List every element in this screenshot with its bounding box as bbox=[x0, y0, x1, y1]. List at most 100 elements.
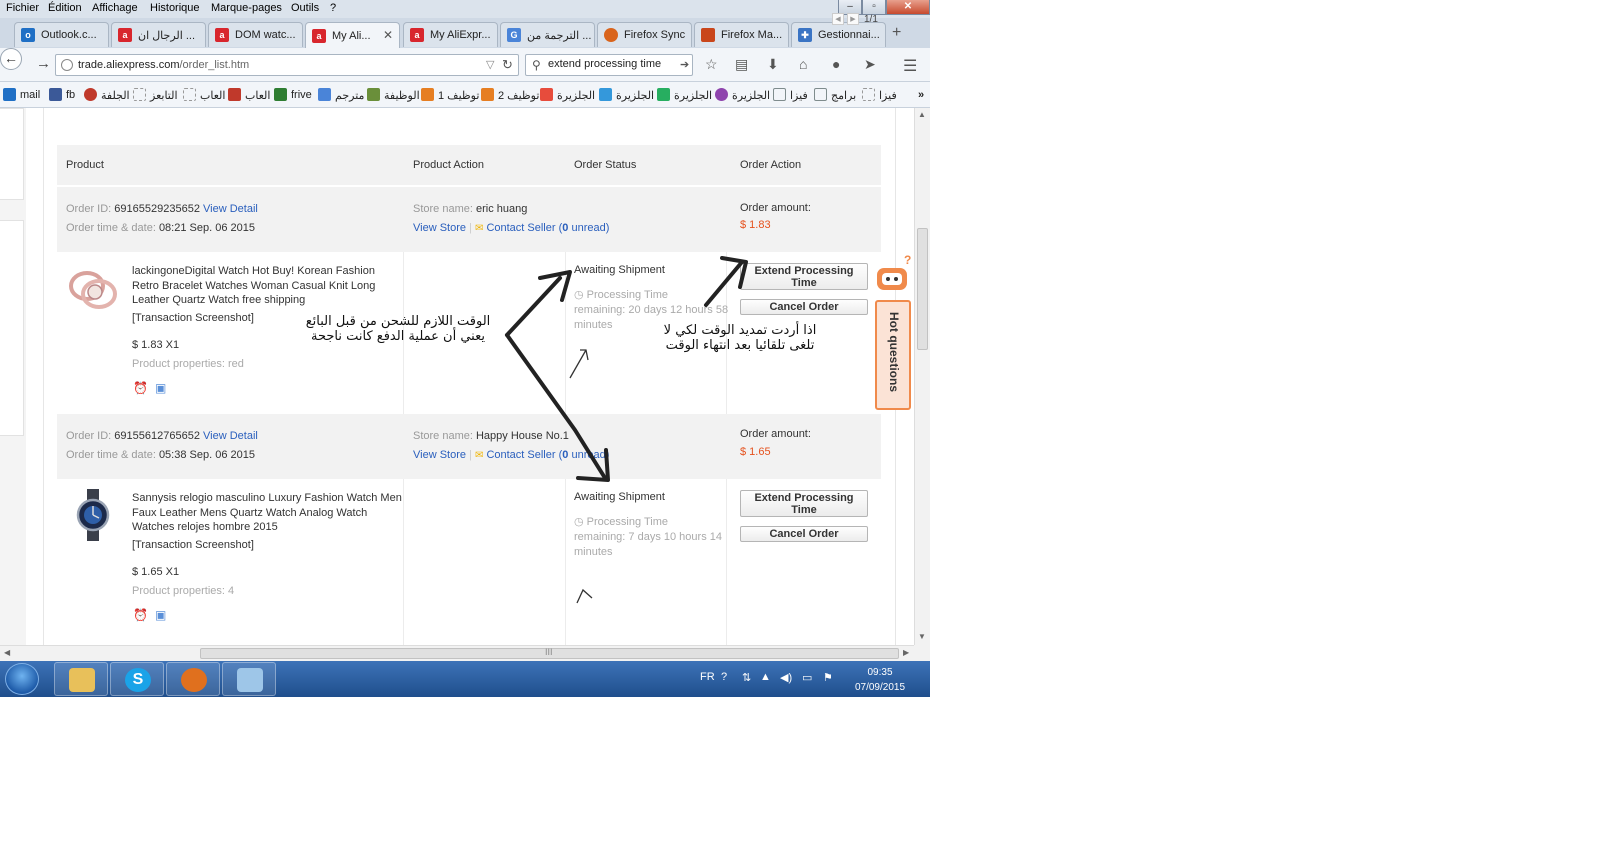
product-thumbnail-bracelet-watch[interactable] bbox=[65, 262, 121, 318]
vertical-scroll-thumb[interactable] bbox=[917, 228, 928, 350]
bookmark-item[interactable]: الجلزيرة bbox=[732, 89, 770, 102]
bookmark-frive[interactable]: frive bbox=[291, 89, 312, 101]
hot-questions-tab[interactable]: Hot questions bbox=[875, 300, 911, 410]
robot-assistant-icon[interactable]: ? bbox=[874, 252, 914, 302]
tab-firefox-sync[interactable]: Firefox Sync bbox=[597, 22, 692, 47]
alarm-clock-icon[interactable]: ⏰ bbox=[133, 609, 148, 622]
bookmark-item[interactable]: برامج bbox=[831, 89, 856, 102]
bookmark-item[interactable]: العاب bbox=[200, 89, 225, 102]
view-store-link[interactable]: View Store bbox=[413, 222, 466, 234]
bookmark-item[interactable]: الجلفة bbox=[101, 89, 130, 102]
menu-affichage[interactable]: Affichage bbox=[92, 2, 138, 14]
product-title-link[interactable]: lackingoneDigital Watch Hot Buy! Korean … bbox=[132, 264, 402, 308]
bookmark-item[interactable]: الجلزيرة bbox=[674, 89, 712, 102]
next-page-button[interactable]: ▶ bbox=[847, 13, 859, 25]
transaction-screenshot-link[interactable]: [Transaction Screenshot] bbox=[132, 539, 254, 551]
extend-processing-time-button[interactable]: Extend Processing Time bbox=[740, 490, 868, 517]
horizontal-scrollbar[interactable]: ◀ III ▶ bbox=[0, 645, 914, 661]
windows-start-button[interactable] bbox=[5, 663, 39, 695]
scroll-down-icon[interactable]: ▼ bbox=[918, 632, 926, 641]
bookmark-item[interactable]: التابعز bbox=[150, 89, 178, 102]
tab-outlook[interactable]: o Outlook.c... bbox=[14, 22, 109, 47]
bookmark-item[interactable]: توظيف 1 bbox=[438, 89, 479, 102]
send-icon[interactable]: ➤ bbox=[864, 56, 876, 73]
extend-processing-time-button[interactable]: Extend Processing Time bbox=[740, 263, 868, 290]
taskbar-skype[interactable]: S bbox=[110, 662, 164, 696]
home-icon[interactable]: ⌂ bbox=[799, 56, 807, 72]
close-tab-icon[interactable]: ✕ bbox=[383, 28, 393, 42]
network-tray-icon[interactable]: ⇅ bbox=[742, 671, 751, 684]
view-detail-link[interactable]: View Detail bbox=[203, 430, 258, 442]
tab-firefox-marketplace[interactable]: Firefox Ma... bbox=[694, 22, 789, 47]
url-bar[interactable]: trade.aliexpress.com/order_list.htm ▽ ↻ bbox=[55, 54, 519, 76]
bookmark-fb[interactable]: fb bbox=[66, 89, 75, 101]
hamburger-menu-icon[interactable]: ☰ bbox=[903, 56, 917, 76]
product-title-link[interactable]: Sannysis relogio masculino Luxury Fashio… bbox=[132, 491, 402, 535]
search-input[interactable] bbox=[548, 58, 670, 70]
menu-help[interactable]: ? bbox=[330, 2, 336, 14]
menu-outils[interactable]: Outils bbox=[291, 2, 319, 14]
bookmark-item[interactable]: الجلزيرة bbox=[557, 89, 595, 102]
forward-button[interactable]: → bbox=[36, 56, 51, 72]
bookmark-item[interactable]: مترجم bbox=[335, 89, 364, 102]
taskbar-explorer[interactable] bbox=[54, 662, 108, 696]
bookmark-mail[interactable]: mail bbox=[20, 89, 40, 101]
view-store-link[interactable]: View Store bbox=[413, 449, 466, 461]
prev-page-button[interactable]: ◀ bbox=[832, 13, 844, 25]
download-icon[interactable]: ⬇ bbox=[767, 56, 779, 73]
dropdown-icon[interactable]: ▽ bbox=[486, 58, 494, 71]
help-icon[interactable]: ? bbox=[721, 671, 727, 683]
monitor-icon[interactable]: ▭ bbox=[802, 671, 812, 684]
menu-marque-pages[interactable]: Marque-pages bbox=[211, 2, 282, 14]
chat-icon[interactable]: ● bbox=[832, 56, 840, 72]
bookmark-item[interactable]: فيزا bbox=[790, 89, 808, 102]
image-icon[interactable]: ▣ bbox=[155, 609, 168, 622]
bookmark-star-icon[interactable]: ☆ bbox=[705, 56, 718, 73]
cancel-order-button[interactable]: Cancel Order bbox=[740, 299, 868, 315]
contact-seller-link[interactable]: Contact Seller (0 unread) bbox=[486, 449, 609, 461]
close-window-button[interactable]: ✕ bbox=[886, 0, 930, 15]
alarm-clock-icon[interactable]: ⏰ bbox=[133, 382, 148, 395]
cancel-order-button[interactable]: Cancel Order bbox=[740, 526, 868, 542]
bookmark-item[interactable]: العاب bbox=[245, 89, 270, 102]
bookmark-item[interactable]: فيزا bbox=[879, 89, 897, 102]
order-amount-label: Order amount: bbox=[740, 202, 811, 214]
tab-my-aliexpress-active[interactable]: a My Ali... ✕ bbox=[305, 22, 400, 48]
tab-aliexpress-arabic[interactable]: a الرجال ان ... bbox=[111, 22, 206, 47]
tab-dom-watch[interactable]: a DOM watc... bbox=[208, 22, 303, 47]
reading-list-icon[interactable]: ▤ bbox=[735, 56, 748, 73]
reload-icon[interactable]: ↻ bbox=[502, 57, 513, 73]
bookmark-item[interactable]: الوظيفة bbox=[384, 89, 420, 102]
tab-my-aliexpress[interactable]: a My AliExpr... bbox=[403, 22, 498, 47]
firefox-icon bbox=[604, 28, 618, 42]
back-button[interactable]: ← bbox=[0, 48, 22, 70]
new-tab-button[interactable]: + bbox=[892, 24, 901, 42]
image-icon[interactable]: ▣ bbox=[155, 382, 168, 395]
bookmark-item[interactable]: الجلزيرة bbox=[616, 89, 654, 102]
scroll-left-icon[interactable]: ◀ bbox=[4, 648, 10, 657]
language-indicator[interactable]: FR bbox=[700, 671, 715, 683]
menu-edition[interactable]: Édition bbox=[48, 2, 82, 14]
volume-icon[interactable]: ◀) bbox=[780, 671, 792, 684]
product-thumbnail-mens-watch[interactable] bbox=[65, 487, 121, 543]
search-bar[interactable]: ⚲ ➔ bbox=[525, 54, 693, 76]
menu-fichier[interactable]: Fichier bbox=[6, 2, 39, 14]
bookmark-item[interactable]: توظيف 2 bbox=[498, 89, 539, 102]
action-center-icon[interactable]: ⚑ bbox=[823, 671, 833, 684]
taskbar-firefox[interactable] bbox=[166, 662, 220, 696]
menu-historique[interactable]: Historique bbox=[150, 2, 200, 14]
bookmarks-overflow-icon[interactable]: » bbox=[918, 89, 924, 101]
scroll-up-icon[interactable]: ▲ bbox=[918, 110, 926, 119]
search-go-icon[interactable]: ➔ bbox=[680, 58, 689, 71]
contact-seller-link[interactable]: Contact Seller (0 unread) bbox=[486, 222, 609, 234]
tab-translate[interactable]: G الترجمة من ... bbox=[500, 22, 595, 47]
vertical-scrollbar[interactable]: ▲ ▼ bbox=[914, 108, 930, 645]
taskbar-paint[interactable] bbox=[222, 662, 276, 696]
tab-addons-manager[interactable]: ✚ Gestionnai... bbox=[791, 22, 886, 47]
show-hidden-icons[interactable]: ▲ bbox=[760, 671, 771, 683]
order-body: Sannysis relogio masculino Luxury Fashio… bbox=[57, 479, 881, 645]
taskbar-clock[interactable]: 09:35 07/09/2015 bbox=[845, 665, 915, 695]
scroll-right-icon[interactable]: ▶ bbox=[903, 648, 909, 657]
transaction-screenshot-link[interactable]: [Transaction Screenshot] bbox=[132, 312, 254, 324]
view-detail-link[interactable]: View Detail bbox=[203, 203, 258, 215]
